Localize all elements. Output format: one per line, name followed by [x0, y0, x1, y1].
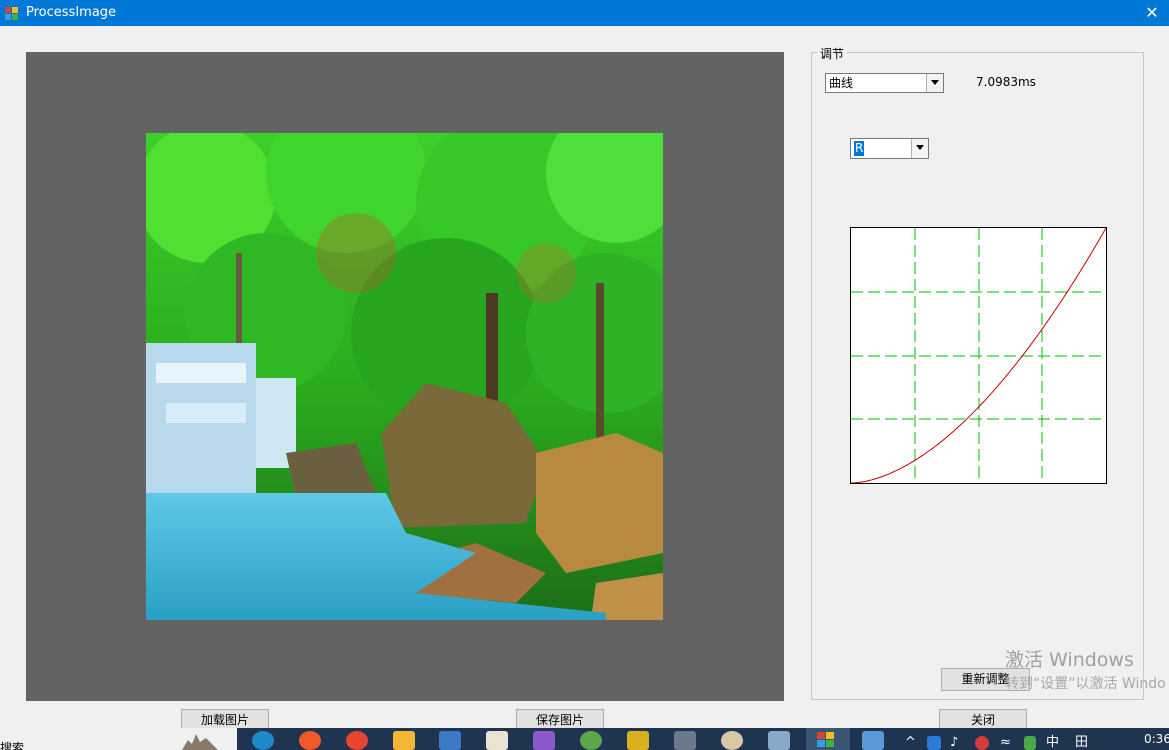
notes-icon[interactable] [486, 731, 508, 750]
paint-icon[interactable] [721, 731, 743, 750]
search-highlight-thumbnail [178, 732, 222, 750]
tray-green-icon[interactable] [1024, 736, 1036, 750]
ime-indicator[interactable]: 中 [1046, 735, 1059, 750]
image-viewer-icon[interactable] [862, 731, 884, 750]
curve-graph[interactable] [850, 227, 1107, 484]
android-studio-icon[interactable] [580, 731, 602, 750]
store-icon[interactable] [439, 731, 461, 750]
chevron-down-icon[interactable] [911, 139, 928, 158]
visual-studio-icon[interactable] [533, 731, 555, 750]
tray-app-icon[interactable] [927, 736, 941, 750]
loaded-image [146, 133, 663, 620]
mode-dropdown[interactable]: 曲线 [825, 73, 944, 93]
taskbar-search-text: 搜索 [0, 741, 25, 750]
mode-dropdown-value: 曲线 [829, 76, 854, 90]
image-canvas [26, 52, 784, 701]
activation-watermark-hint: 转到“设置”以激活 Windo [1005, 676, 1166, 692]
ime-mode-icon[interactable]: 田 [1075, 735, 1088, 750]
title-bar: ProcessImage ✕ [0, 0, 1169, 26]
volume-muted-icon[interactable]: ♪ [950, 735, 958, 750]
taskbar-active-app[interactable] [806, 728, 850, 750]
channel-dropdown[interactable]: R [850, 138, 929, 159]
app-orange-icon[interactable] [299, 731, 321, 750]
taskbar: 搜索 ^ ♪ ≈ 中 田 0:36 [0, 728, 1169, 750]
app-icon [4, 5, 20, 21]
edge-icon[interactable] [252, 731, 274, 750]
photos-viewer-icon[interactable] [768, 731, 790, 750]
tray-red-icon[interactable] [975, 736, 989, 750]
taskbar-search-box[interactable]: 搜索 [0, 728, 237, 750]
chrome-icon[interactable] [346, 731, 368, 750]
channel-dropdown-value: R [854, 141, 865, 156]
elapsed-time: 7.0983ms [976, 75, 1036, 89]
activation-watermark-title: 激活 Windows [1005, 649, 1134, 671]
window-title: ProcessImage [26, 5, 117, 20]
adjust-group-label: 调节 [817, 45, 848, 62]
curve-graph-canvas[interactable] [850, 227, 1107, 484]
tray-chevron-up-icon[interactable]: ^ [905, 735, 916, 750]
chevron-down-icon[interactable] [926, 74, 943, 92]
close-window-icon[interactable]: ✕ [1135, 0, 1169, 26]
file-explorer-icon[interactable] [393, 731, 415, 750]
calculator-icon[interactable] [674, 731, 696, 750]
app-yellow-icon[interactable] [627, 731, 649, 750]
taskbar-clock[interactable]: 0:36 [1144, 732, 1169, 746]
wifi-icon[interactable]: ≈ [1000, 735, 1011, 750]
